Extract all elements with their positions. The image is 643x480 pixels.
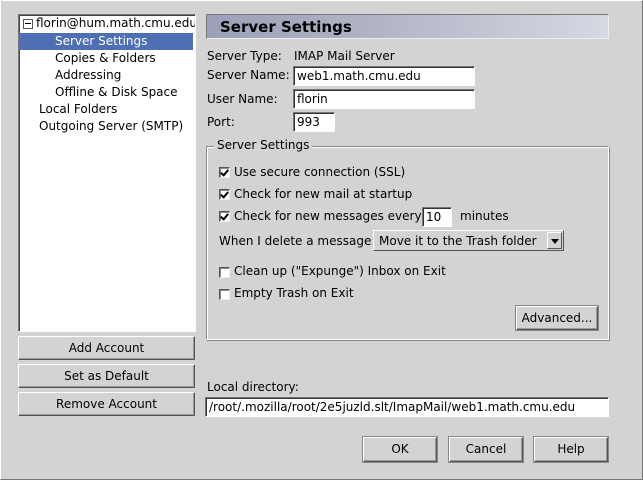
chevron-down-icon[interactable]	[547, 232, 562, 249]
empty-trash-label[interactable]: Empty Trash on Exit	[234, 286, 354, 300]
page-title: Server Settings	[220, 18, 352, 36]
expunge-checkbox[interactable]	[219, 267, 230, 278]
check-every-checkbox[interactable]	[219, 211, 230, 222]
help-button[interactable]: Help	[533, 436, 609, 463]
check-startup-label[interactable]: Check for new mail at startup	[234, 187, 412, 201]
check-every-label[interactable]: Check for new messages every	[234, 209, 422, 223]
user-name-field[interactable]: florin	[293, 89, 475, 109]
tree-item-addressing[interactable]: Addressing	[55, 67, 121, 84]
delete-message-label: When I delete a message:	[219, 234, 376, 248]
remove-account-button[interactable]: Remove Account	[18, 392, 195, 416]
page-header: Server Settings	[206, 14, 609, 39]
delete-action-value: Move it to the Trash folder	[379, 234, 537, 248]
ok-button[interactable]: OK	[362, 436, 438, 463]
port-label: Port:	[207, 115, 235, 129]
tree-item-local-folders[interactable]: Local Folders	[39, 101, 117, 118]
add-account-button[interactable]: Add Account	[18, 336, 195, 360]
tree-item-label: Server Settings	[55, 34, 148, 48]
empty-trash-checkbox[interactable]	[219, 289, 230, 300]
user-name-label: User Name:	[207, 92, 278, 106]
set-as-default-button[interactable]: Set as Default	[18, 364, 195, 388]
tree-item-outgoing-server[interactable]: Outgoing Server (SMTP)	[39, 118, 183, 135]
tree-account-row[interactable]: florin@hum.math.cmu.edu	[19, 15, 196, 32]
account-tree[interactable]: florin@hum.math.cmu.edu Server Settings …	[18, 14, 196, 332]
server-type-label: Server Type:	[207, 49, 282, 63]
local-directory-field[interactable]: /root/.mozilla/root/2e5juzld.slt/ImapMai…	[205, 397, 609, 417]
check-startup-checkbox[interactable]	[219, 189, 230, 200]
collapse-icon[interactable]	[23, 19, 33, 29]
server-type-value: IMAP Mail Server	[294, 49, 395, 63]
tree-item-offline-disk-space[interactable]: Offline & Disk Space	[55, 84, 178, 101]
delete-action-select[interactable]: Move it to the Trash folder	[373, 230, 564, 251]
tree-item-server-settings[interactable]: Server Settings	[19, 33, 193, 50]
expunge-label[interactable]: Clean up ("Expunge") Inbox on Exit	[234, 264, 446, 278]
group-title: Server Settings	[214, 138, 313, 152]
tree-item-copies-folders[interactable]: Copies & Folders	[55, 50, 156, 67]
server-name-field[interactable]: web1.math.cmu.edu	[293, 66, 475, 86]
server-name-label: Server Name:	[207, 68, 290, 82]
port-field[interactable]: 993	[293, 112, 335, 132]
cancel-button[interactable]: Cancel	[448, 436, 524, 463]
minutes-label: minutes	[460, 209, 509, 223]
check-interval-field[interactable]: 10	[422, 207, 452, 227]
local-directory-label: Local directory:	[207, 380, 299, 394]
advanced-button[interactable]: Advanced...	[515, 305, 599, 331]
ssl-label[interactable]: Use secure connection (SSL)	[234, 165, 405, 179]
tree-account-label: florin@hum.math.cmu.edu	[36, 16, 196, 30]
ssl-checkbox[interactable]	[219, 167, 230, 178]
